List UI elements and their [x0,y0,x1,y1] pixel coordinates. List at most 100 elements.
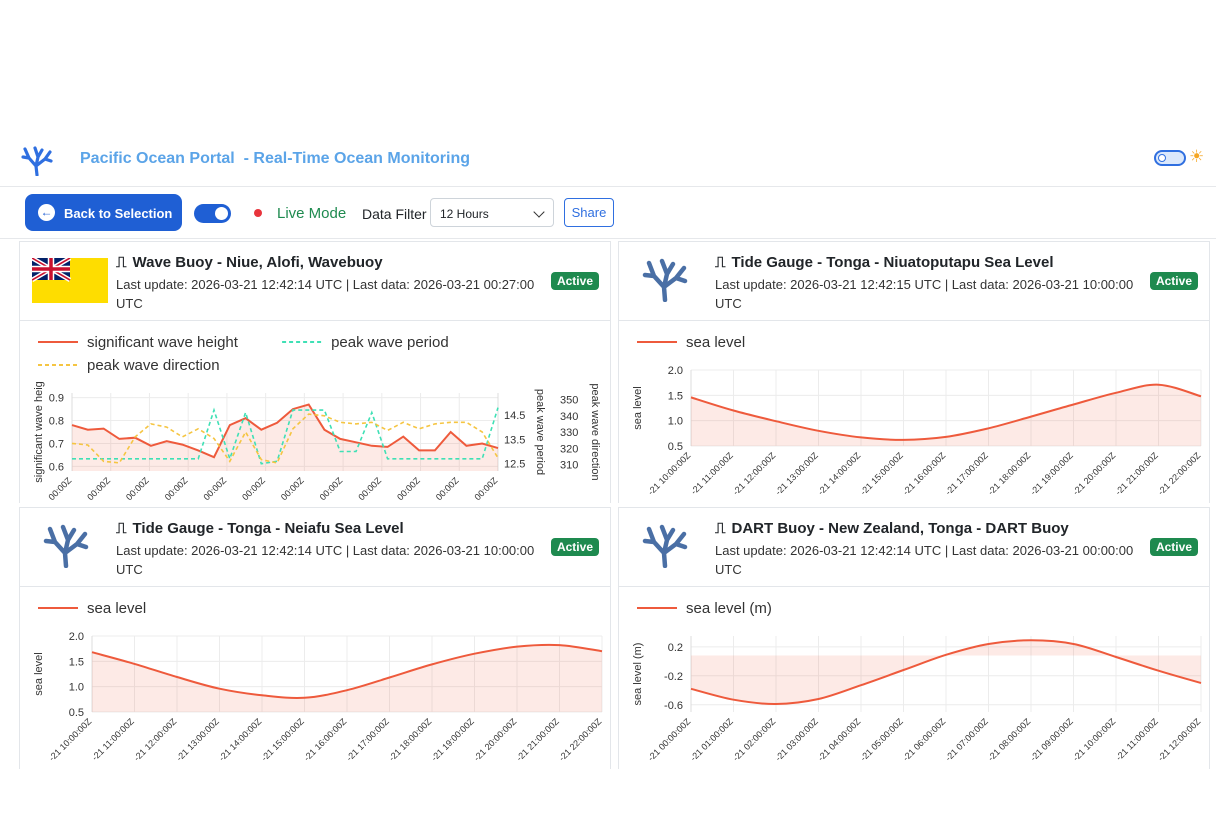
y-tick-label: 1.0 [69,682,84,694]
y-tick-label: 1.5 [668,390,683,402]
card-update-text: Last update: 2026-03-21 12:42:14 UTC | L… [116,277,535,311]
y3-tick-label: 350 [560,395,578,407]
x-tick-label: 00:00Z [240,475,267,502]
y-axis-label: sea level [33,652,45,695]
coral-icon [43,524,89,568]
back-to-selection-button[interactable]: ← Back to Selection [25,194,182,231]
x-tick-label: 00:00Z [473,475,500,502]
legend-label: peak wave direction [87,357,220,374]
x-tick-label: -21 10:00:00Z [646,450,693,497]
x-tick-label: -21 18:00:00Z [986,450,1033,497]
x-tick-label: -21 13:00:00Z [773,450,820,497]
y-tick-label: 0.8 [49,416,64,428]
x-tick-label: -21 15:00:00Z [858,450,905,497]
arrow-left-circle-icon: ← [38,204,55,221]
signal-wave-icon: ⎍ [116,254,127,271]
card-title: Tide Gauge - Tonga - Neiafu Sea Level [132,520,404,537]
y-tick-label: 1.5 [69,656,84,668]
x-tick-label: -21 11:00:00Z [1114,716,1161,763]
card-header: ⎍ Tide Gauge - Tonga - Niuatoputapu Sea L… [619,242,1209,321]
coral-icon [642,258,688,302]
y-tick-label: -0.2 [664,671,683,683]
data-filter-label: Data Filter [362,206,427,222]
x-tick-label: 00:00Z [395,475,422,502]
y2-tick-label: 14.5 [504,410,525,422]
x-tick-label: -21 19:00:00Z [429,716,476,763]
card-title: Wave Buoy - Niue, Alofi, Wavebuoy [132,254,383,271]
theme-toggle[interactable] [1154,150,1186,166]
app-title[interactable]: Pacific Ocean Portal - Real-Time Ocean M… [80,150,470,168]
x-tick-label: -21 12:00:00Z [132,716,179,763]
y-tick-label: 0.5 [668,441,683,453]
status-badge: Active [1149,538,1198,556]
x-tick-label: -21 04:00:00Z [816,716,863,763]
y-tick-label: 0.2 [668,642,683,654]
x-tick-label: -21 17:00:00Z [344,716,391,763]
card-header: ⎍ Tide Gauge - Tonga - Neiafu Sea Level L… [20,508,610,587]
x-tick-label: -21 20:00:00Z [472,716,519,763]
x-tick-label: 00:00Z [163,475,190,502]
x-tick-label: -21 00:00:00Z [646,716,693,763]
card-title: DART Buoy - New Zealand, Tonga - DART Bu… [731,520,1069,537]
chevron-down-icon [533,206,545,218]
data-filter-value: 12 Hours [440,207,489,221]
dart-sea-level-chart[interactable]: sea level (m)0.2-0.2-0.6sea level (m)-21… [619,586,1210,769]
legend-label: sea level [686,334,745,351]
legend-label: sea level (m) [686,600,772,617]
x-tick-label: -21 09:00:00Z [1028,716,1075,763]
x-tick-label: -21 11:00:00Z [90,716,137,763]
x-tick-label: -21 21:00:00Z [1113,450,1160,497]
y3-axis-label: peak wave direction [589,383,601,480]
station-card-neiafu: ⎍ Tide Gauge - Tonga - Neiafu Sea Level L… [19,507,611,769]
status-badge: Active [550,538,599,556]
y3-tick-label: 320 [560,443,578,455]
card-header: ⎍ DART Buoy - New Zealand, Tonga - DART B… [619,508,1209,587]
data-filter-select[interactable]: 12 Hours [430,198,554,227]
x-tick-label: -21 12:00:00Z [731,450,778,497]
x-tick-label: -21 14:00:00Z [816,450,863,497]
niuatoputapu-sea-level-chart[interactable]: sea level 2.0 1.5 1.0 0.5 sea level -21 10:00:… [619,320,1210,503]
x-tick-label: -21 15:00:00Z [259,716,306,763]
x-tick-label: -21 05:00:00Z [858,716,905,763]
y2-tick-label: 12.5 [504,459,525,471]
y-tick-label: 2.0 [668,365,683,377]
y3-tick-label: 330 [560,427,578,439]
x-tick-label: -21 03:00:00Z [773,716,820,763]
wave-buoy-chart[interactable]: significant wave height peak wave period p… [20,320,611,503]
x-tick-label: -21 10:00:00Z [47,716,94,763]
legend-label: peak wave period [331,334,449,351]
x-tick-label: 00:00Z [279,475,306,502]
signal-wave-icon: ⎍ [116,520,127,537]
x-tick-label: 00:00Z [47,475,74,502]
coral-logo-icon[interactable] [20,144,54,176]
x-tick-label: -21 12:00:00Z [1156,716,1203,763]
card-update-text: Last update: 2026-03-21 12:42:14 UTC | L… [116,543,535,577]
signal-wave-icon: ⎍ [715,520,726,537]
share-button[interactable]: Share [564,198,614,227]
x-tick-label: -21 11:00:00Z [689,450,736,497]
y-tick-label: 1.0 [668,416,683,428]
station-card-wave-buoy: ⎍ Wave Buoy - Niue, Alofi, Wavebuoy Last … [19,241,611,503]
station-card-niuatoputapu: ⎍ Tide Gauge - Tonga - Niuatoputapu Sea L… [618,241,1210,503]
y2-tick-label: 13.5 [504,434,525,446]
legend-label: significant wave height [87,334,239,351]
coral-icon [642,524,688,568]
x-tick-label: -21 06:00:00Z [901,716,948,763]
live-mode-label: Live Mode [277,205,347,222]
app-header: Pacific Ocean Portal - Real-Time Ocean M… [0,140,1216,187]
x-tick-label: 00:00Z [201,475,228,502]
live-mode-toggle[interactable] [194,204,231,223]
x-tick-label: 00:00Z [124,475,151,502]
x-tick-label: -21 16:00:00Z [302,716,349,763]
card-update-text: Last update: 2026-03-21 12:42:15 UTC | L… [715,277,1134,311]
status-badge: Active [550,272,599,290]
y3-tick-label: 340 [560,411,578,423]
x-tick-label: -21 08:00:00Z [986,716,1033,763]
neiafu-sea-level-chart[interactable]: sea level 2.0 1.5 1.0 0.5 sea level -21 10:00:… [20,586,611,769]
y-tick-label: 0.6 [49,461,64,473]
x-tick-label: -21 16:00:00Z [901,450,948,497]
x-tick-label: -21 22:00:00Z [557,716,604,763]
x-tick-label: -21 21:00:00Z [514,716,561,763]
x-tick-label: -21 22:00:00Z [1156,450,1203,497]
sun-icon: ☀ [1189,147,1205,166]
